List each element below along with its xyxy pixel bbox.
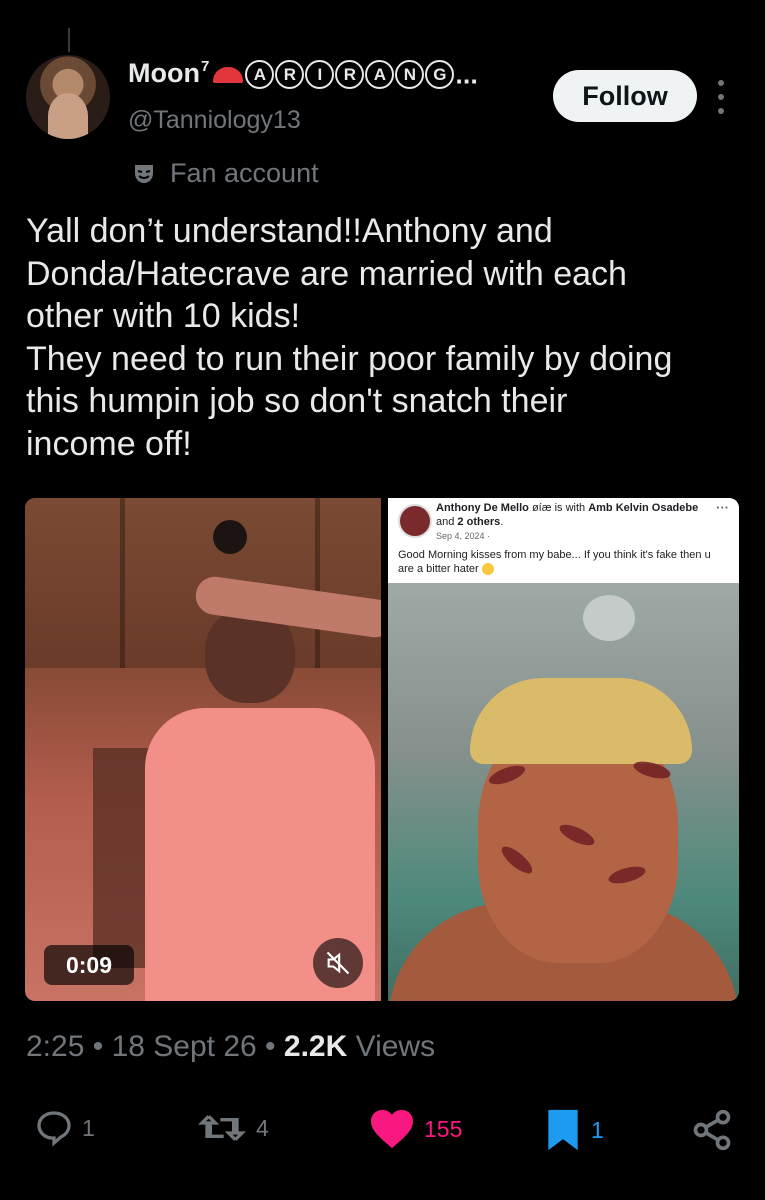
display-name-sup: 7 bbox=[200, 58, 210, 75]
tweet-date[interactable]: 18 Sept 26 bbox=[112, 1030, 257, 1063]
reply-icon bbox=[37, 1111, 71, 1147]
image-attachment[interactable]: Anthony De Mello øíæ is with Amb Kelvin … bbox=[388, 498, 739, 1001]
display-name-text[interactable]: Moon bbox=[128, 58, 200, 88]
fb-author-line: Anthony De Mello øíæ is with Amb Kelvin … bbox=[436, 502, 699, 528]
user-handle[interactable]: @Tanniology13 bbox=[128, 106, 301, 135]
repost-button[interactable]: 4 bbox=[196, 1108, 269, 1148]
tweet-time[interactable]: 2:25 bbox=[26, 1030, 84, 1063]
heart-icon bbox=[371, 1109, 413, 1149]
bookmark-button[interactable]: 1 bbox=[543, 1108, 604, 1152]
name-letter: I bbox=[305, 60, 335, 90]
name-letter: R bbox=[275, 60, 305, 90]
fan-account-label: Fan account bbox=[132, 158, 319, 189]
name-letter: R bbox=[335, 60, 365, 90]
like-button[interactable]: 155 bbox=[368, 1108, 462, 1150]
name-letter: A bbox=[245, 60, 275, 90]
avatar[interactable] bbox=[26, 55, 110, 139]
video-player[interactable] bbox=[25, 498, 381, 1001]
fb-date: Sep 4, 2024 · bbox=[436, 531, 491, 541]
relieved-face-icon bbox=[481, 563, 494, 576]
name-ellipsis: ... bbox=[455, 59, 478, 90]
name-letter: N bbox=[395, 60, 425, 90]
video-timer: 0:09 bbox=[44, 945, 134, 985]
repost-count: 4 bbox=[256, 1114, 269, 1141]
share-icon bbox=[693, 1109, 731, 1151]
facebook-post-card: Anthony De Mello øíæ is with Amb Kelvin … bbox=[388, 498, 739, 583]
name-letter: A bbox=[365, 60, 395, 90]
views-count: 2.2K bbox=[283, 1030, 348, 1063]
share-button[interactable] bbox=[690, 1108, 742, 1152]
follow-button[interactable]: Follow bbox=[553, 70, 697, 122]
mute-button[interactable] bbox=[313, 938, 363, 988]
name-letter: G bbox=[425, 60, 455, 90]
more-options-icon[interactable] bbox=[712, 80, 730, 114]
fb-more-icon: ··· bbox=[716, 500, 729, 515]
folding-fan-icon bbox=[213, 66, 244, 83]
theater-mask-icon bbox=[135, 164, 153, 183]
selfie-photo bbox=[388, 583, 739, 1001]
ceiling-lamp bbox=[213, 520, 247, 554]
reply-button[interactable]: 1 bbox=[34, 1108, 95, 1148]
thread-line bbox=[68, 28, 70, 52]
display-name[interactable]: Moon7 A R I R A N G... bbox=[128, 58, 478, 90]
fb-avatar bbox=[398, 504, 432, 538]
tweet-meta: 2:25 • 18 Sept 26 • 2.2K Views bbox=[26, 1030, 436, 1063]
reply-count: 1 bbox=[82, 1114, 95, 1141]
repost-icon bbox=[197, 1115, 247, 1141]
speaker-muted-icon bbox=[326, 951, 350, 975]
like-count: 155 bbox=[424, 1115, 463, 1142]
bookmark-icon bbox=[548, 1109, 578, 1151]
fb-post-text: Good Morning kisses from my babe... If y… bbox=[398, 549, 711, 576]
tweet-text: Yall don’t understand!!Anthony and Donda… bbox=[26, 212, 673, 463]
fan-account-text: Fan account bbox=[170, 158, 319, 188]
views-label: Views bbox=[347, 1030, 436, 1063]
bookmark-count: 1 bbox=[591, 1116, 604, 1143]
